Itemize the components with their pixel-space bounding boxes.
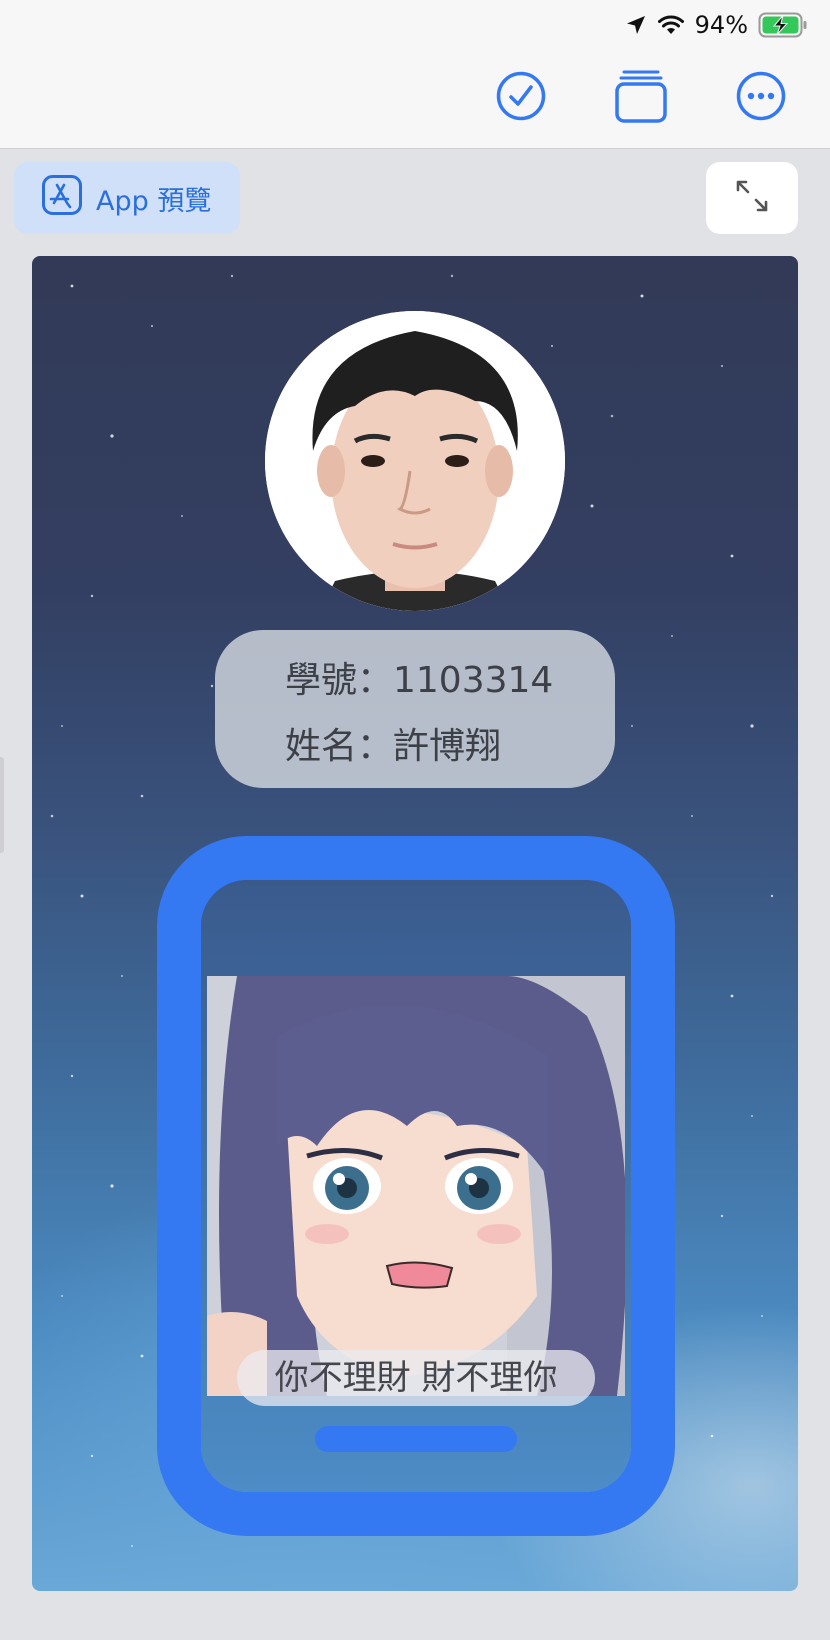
home-indicator — [315, 1426, 517, 1452]
navigation-bar: 94% — [0, 0, 830, 149]
more-button[interactable] — [733, 70, 789, 126]
profile-photo — [265, 311, 565, 611]
expand-button[interactable] — [706, 162, 798, 234]
student-info-card: 學號：1103314 姓名：許博翔 — [215, 630, 615, 788]
motto-caption: 你不理財 財不理你 — [237, 1350, 595, 1406]
anime-girl-image — [207, 976, 625, 1396]
wifi-icon — [657, 14, 685, 36]
student-name-text: 姓名：許博翔 — [285, 726, 502, 767]
status-bar: 94% — [625, 8, 808, 42]
location-arrow-icon — [625, 14, 647, 36]
stack-icon — [615, 69, 667, 127]
app-store-icon — [42, 174, 82, 222]
student-id-text: 學號：1103314 — [285, 660, 554, 701]
phone-screen: 你不理財 財不理你 — [201, 880, 631, 1492]
checkmark-circle-icon — [496, 71, 546, 125]
library-button[interactable] — [613, 70, 669, 126]
app-preview-button[interactable]: App 預覽 — [14, 162, 240, 234]
app-preview-label: App 預覽 — [96, 185, 212, 217]
more-circle-icon — [736, 71, 786, 125]
battery-percent: 94% — [694, 11, 748, 39]
done-button[interactable] — [493, 70, 549, 126]
sidebar-handle[interactable] — [0, 757, 4, 853]
expand-arrows-icon — [732, 176, 772, 220]
battery-charging-icon — [758, 12, 808, 38]
app-preview-canvas: 學號：1103314 姓名：許博翔 你不理財 財不理你 — [32, 256, 798, 1591]
